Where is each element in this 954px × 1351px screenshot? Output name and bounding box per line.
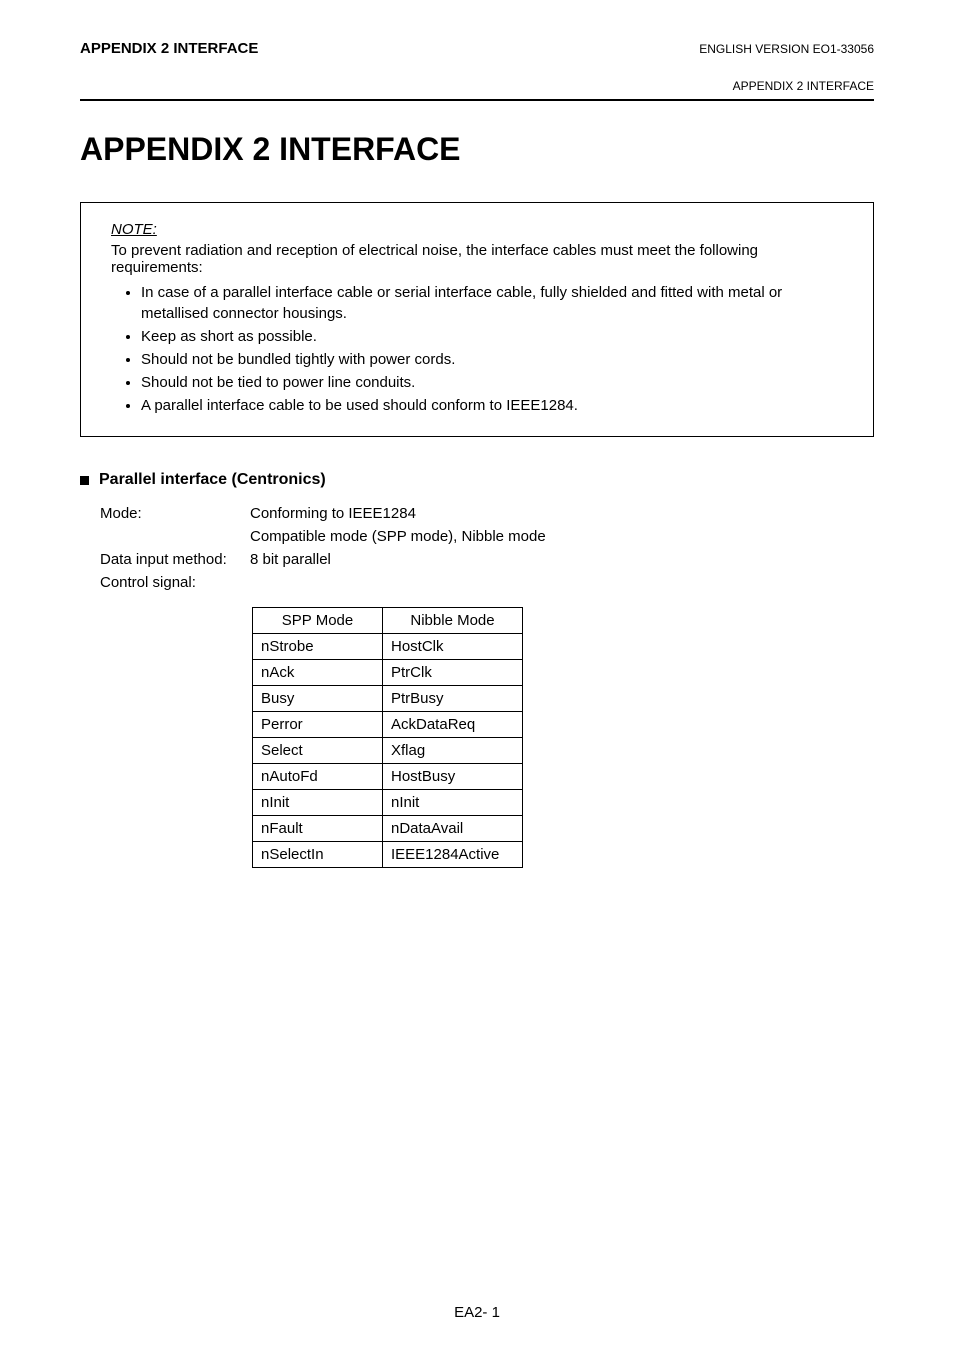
table-header-row: SPP Mode Nibble Mode: [253, 608, 523, 634]
table-cell: AckDataReq: [383, 712, 523, 738]
header-divider: [80, 99, 874, 101]
table-cell: nInit: [383, 790, 523, 816]
table-cell: Perror: [253, 712, 383, 738]
table-row: nStrobe HostClk: [253, 634, 523, 660]
page-title: APPENDIX 2 INTERFACE: [80, 131, 874, 168]
note-bullet-item: A parallel interface cable to be used sh…: [141, 395, 843, 416]
spec-label-signal: Control signal:: [100, 572, 250, 593]
table-cell: nFault: [253, 816, 383, 842]
table-cell: Select: [253, 738, 383, 764]
spec-value-mode-sub: Compatible mode (SPP mode), Nibble mode: [250, 526, 874, 547]
note-bullet-item: Should not be bundled tightly with power…: [141, 349, 843, 370]
note-bullet-item: Keep as short as possible.: [141, 326, 843, 347]
section-title: Parallel interface (Centronics): [99, 471, 326, 489]
spec-label-blank: [100, 526, 250, 547]
table-cell: IEEE1284Active: [383, 842, 523, 868]
table-cell: nStrobe: [253, 634, 383, 660]
table-cell: Busy: [253, 686, 383, 712]
table-cell: HostClk: [383, 634, 523, 660]
table-row: Busy PtrBusy: [253, 686, 523, 712]
spec-label-mode: Mode:: [100, 503, 250, 524]
table-row: nInit nInit: [253, 790, 523, 816]
table-header-cell: SPP Mode: [253, 608, 383, 634]
table-cell: nAutoFd: [253, 764, 383, 790]
note-intro: To prevent radiation and reception of el…: [111, 242, 843, 276]
header-left: APPENDIX 2 INTERFACE: [80, 40, 258, 57]
spec-value-signal: [250, 572, 874, 593]
table-row: nSelectIn IEEE1284Active: [253, 842, 523, 868]
table-row: nFault nDataAvail: [253, 816, 523, 842]
table-row: nAck PtrClk: [253, 660, 523, 686]
table-cell: nDataAvail: [383, 816, 523, 842]
table-cell: Xflag: [383, 738, 523, 764]
signal-table: SPP Mode Nibble Mode nStrobe HostClk nAc…: [252, 607, 523, 868]
page-footer: EA2- 1: [0, 1304, 954, 1321]
spec-value-mode: Conforming to IEEE1284: [250, 503, 874, 524]
table-cell: HostBusy: [383, 764, 523, 790]
spec-label-data: Data input method:: [100, 549, 250, 570]
note-bullet-item: In case of a parallel interface cable or…: [141, 282, 843, 324]
note-bullet-item: Should not be tied to power line conduit…: [141, 372, 843, 393]
table-cell: PtrClk: [383, 660, 523, 686]
table-row: nAutoFd HostBusy: [253, 764, 523, 790]
table-row: Perror AckDataReq: [253, 712, 523, 738]
table-cell: nInit: [253, 790, 383, 816]
table-cell: PtrBusy: [383, 686, 523, 712]
note-bullet-list: In case of a parallel interface cable or…: [111, 282, 843, 416]
square-bullet-icon: [80, 476, 89, 485]
table-cell: nAck: [253, 660, 383, 686]
table-cell: nSelectIn: [253, 842, 383, 868]
header-subtitle: APPENDIX 2 INTERFACE: [80, 79, 874, 93]
table-row: Select Xflag: [253, 738, 523, 764]
note-title: NOTE:: [111, 221, 157, 238]
spec-value-data: 8 bit parallel: [250, 549, 874, 570]
note-box: NOTE: To prevent radiation and reception…: [80, 202, 874, 437]
header-right: ENGLISH VERSION EO1-33056: [699, 42, 874, 56]
table-header-cell: Nibble Mode: [383, 608, 523, 634]
